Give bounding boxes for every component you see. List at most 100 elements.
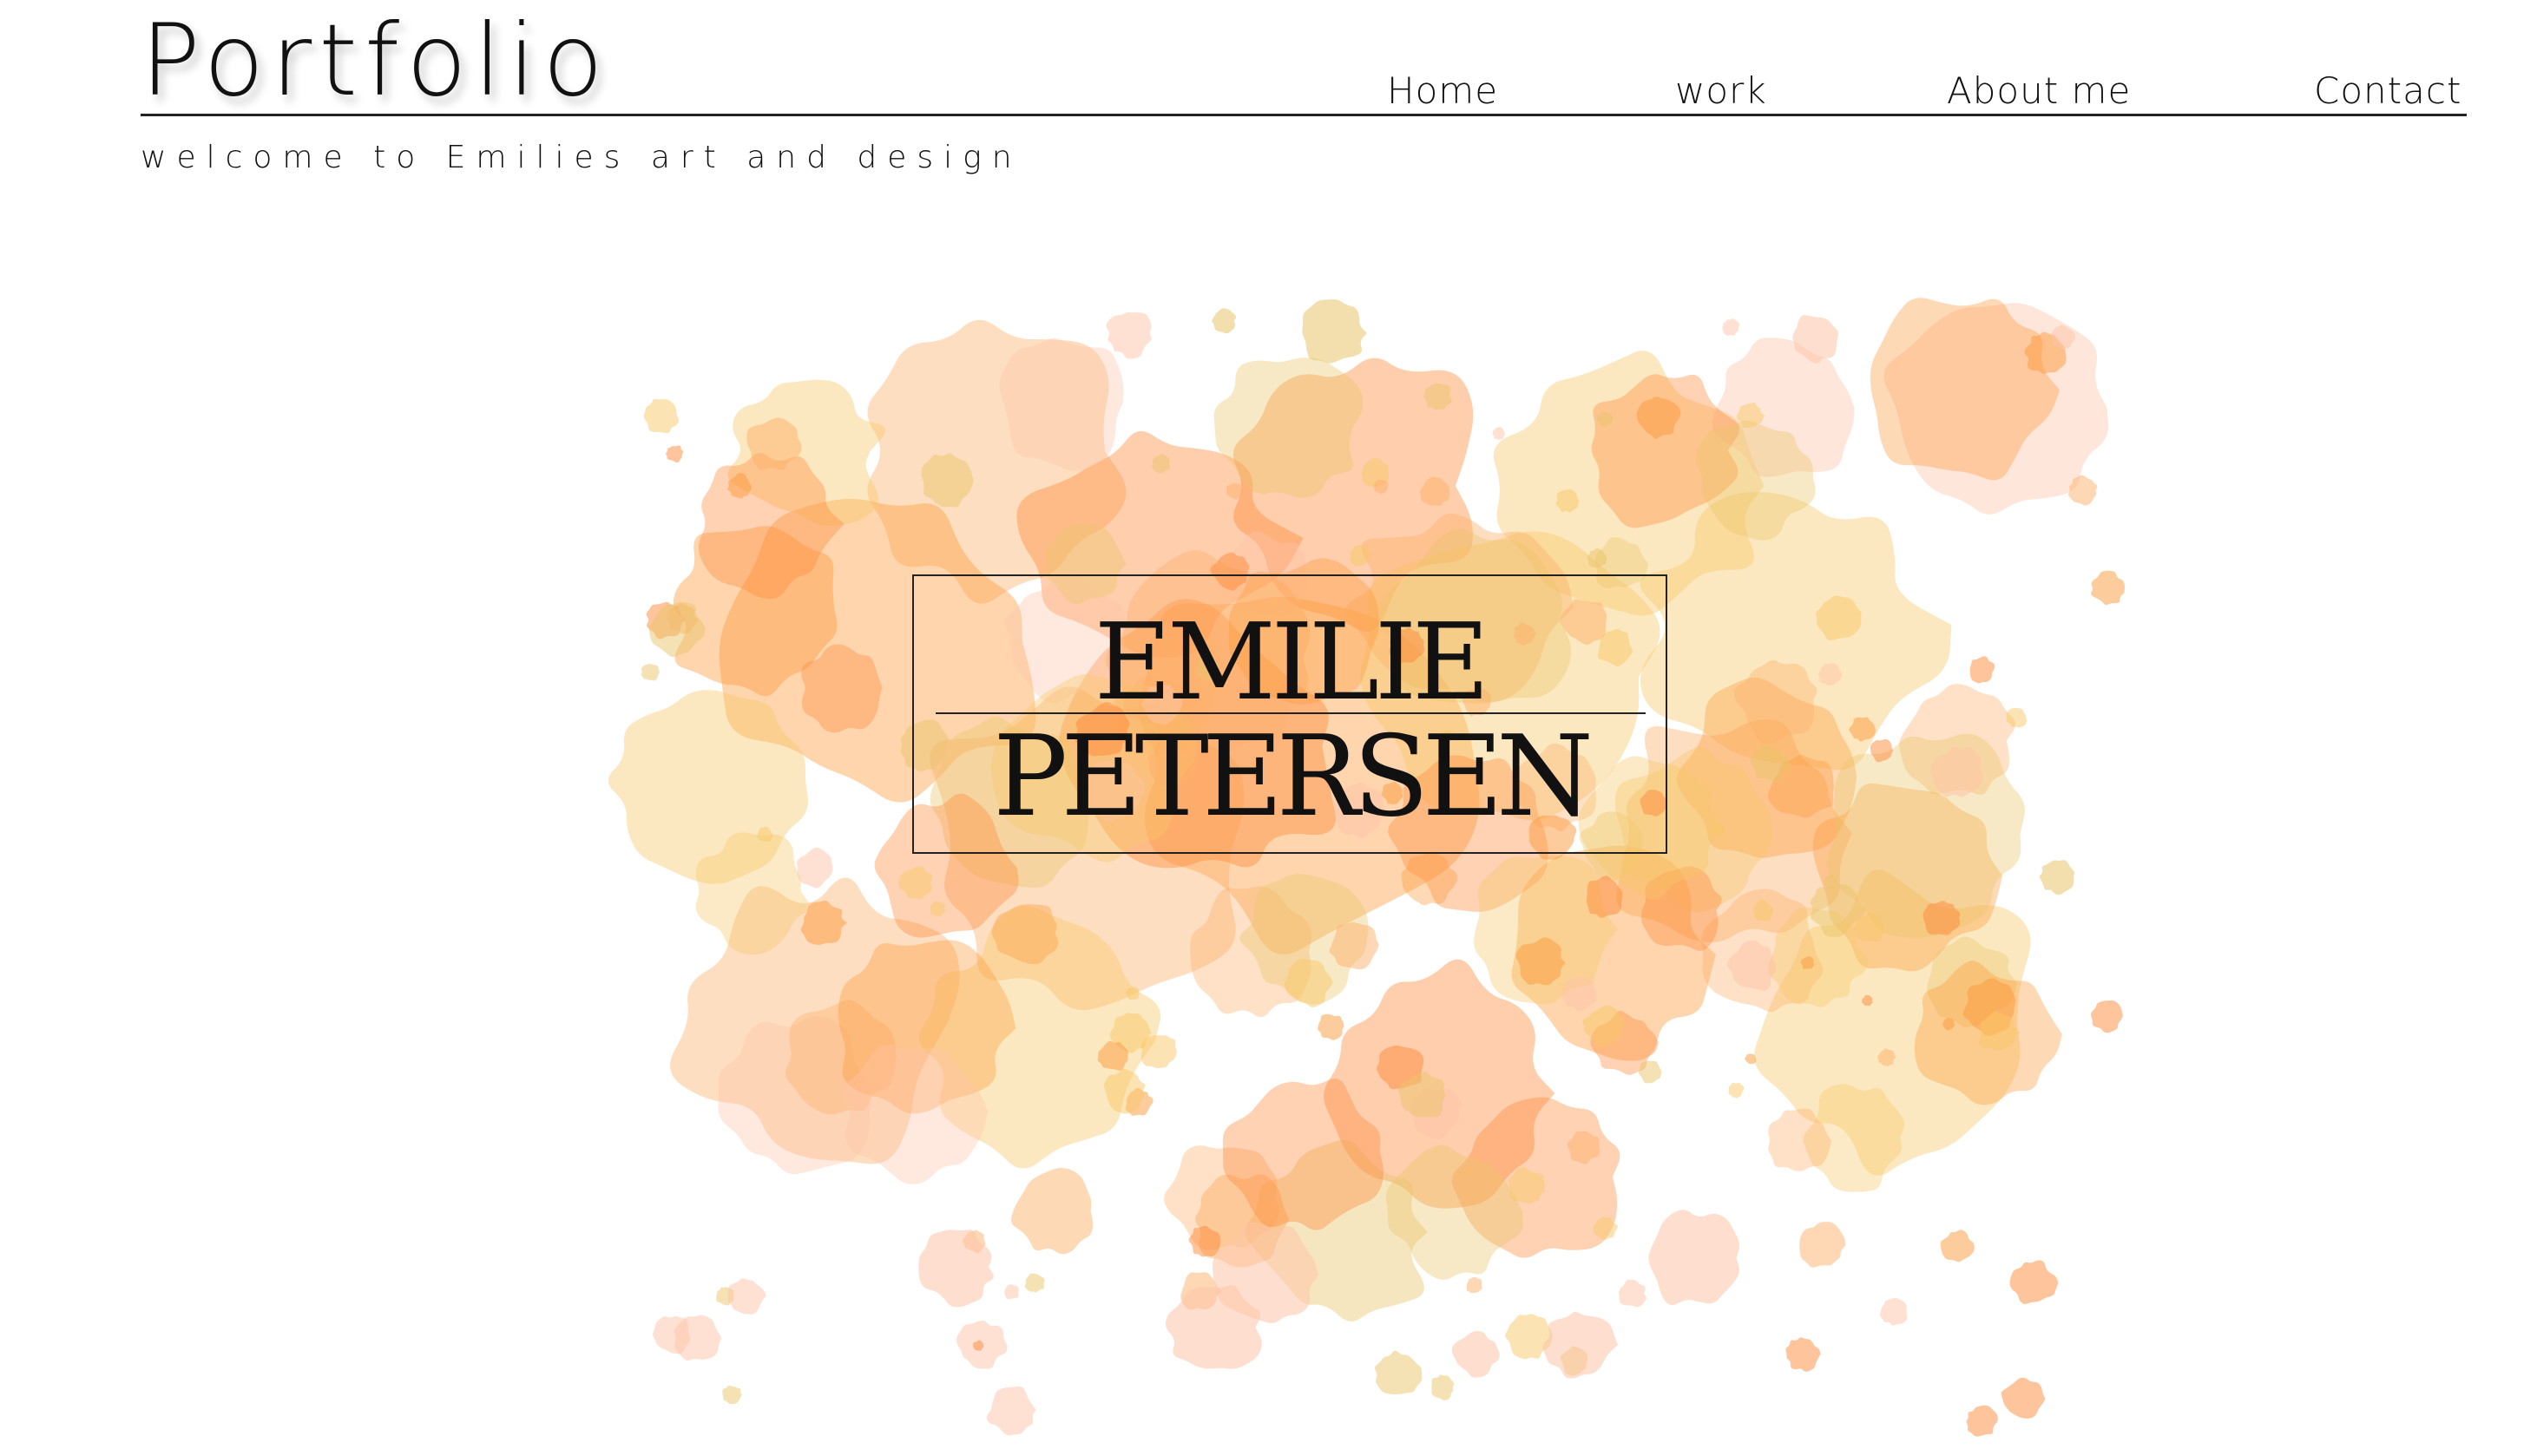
nav-contact-link[interactable]: Contact [2314,69,2461,113]
paint-splash [695,832,810,955]
paint-splash [801,644,883,733]
paint-splash [1302,298,1367,364]
paint-splash [674,1315,722,1361]
paint-splash [898,866,933,900]
paint-splash [666,445,684,462]
paint-splash [1648,1210,1739,1305]
paint-splash [1284,959,1333,1008]
paint-splash [930,901,946,917]
paint-splash [1104,1068,1146,1114]
paint-splash [1883,303,2109,515]
paint-splash [986,1386,1036,1436]
paint-splash [1466,1276,1482,1294]
paint-splash [1640,866,1722,951]
paint-splash [1010,1167,1094,1255]
paint-splash [648,601,706,658]
paint-splash [667,603,698,634]
paint-splash [1515,937,1566,986]
paint-splash [1927,936,2017,1027]
paint-splash [1597,410,1614,427]
paint-splash [608,690,809,884]
paint-splash [653,1315,691,1354]
paint-splash [1914,961,2062,1105]
paint-splash [2091,570,2125,606]
paint-splash [1722,318,1740,336]
paint-splash [646,601,686,639]
paint-splash [1849,717,1876,742]
paint-splash [1567,1131,1600,1164]
paint-splash [1451,1330,1500,1378]
paint-splash [1753,899,1774,921]
paint-splash [1733,659,1817,744]
paint-splash [918,1230,994,1308]
paint-splash [1922,901,1961,935]
paint-splash [1826,733,2025,938]
paint-splash [670,877,960,1164]
paint-splash [1940,1230,1975,1263]
paint-splash [2067,475,2098,506]
paint-splash [1590,1010,1659,1075]
paint-splash [785,1000,897,1115]
paint-splash [1751,744,1791,783]
paint-splash [962,1230,986,1254]
paint-splash [1555,489,1580,513]
paint-splash [2001,1377,2046,1419]
paint-splash [1109,1013,1152,1053]
paint-splash [1792,315,1839,364]
paint-splash [1638,1060,1662,1084]
paint-splash [757,826,773,843]
paint-splash [1870,298,2060,481]
paint-splash [1962,978,2016,1036]
nav-about-link[interactable]: About me [1947,69,2131,113]
paint-splash [1701,889,1824,1013]
paint-splash [2006,707,2028,728]
paint-splash [1125,1087,1153,1117]
paint-splash [1587,876,1623,918]
paint-splash [1004,1284,1019,1300]
paint-splash [1899,684,2016,795]
paint-splash [1823,875,1837,889]
paint-splash [1587,548,1607,568]
paint-splash [1324,959,1555,1209]
header-divider [141,114,2467,116]
paint-splash [643,398,680,434]
paint-splash [1966,1405,1998,1437]
paint-splash [1879,1297,1908,1326]
paint-splash [722,1385,742,1405]
paint-splash [2039,860,2074,895]
paint-splash [2051,325,2075,350]
paint-splash [727,379,886,527]
paint-splash [1582,1005,1625,1047]
paint-splash [1508,1166,1546,1204]
paint-splash [1800,955,1815,969]
paint-splash [1222,1079,1384,1230]
paint-splash [2024,331,2067,374]
paint-splash [1474,856,1618,1005]
name-last-line: PETERSEN [993,712,1594,842]
paint-splash [1024,1273,1045,1293]
paint-splash [1676,677,1857,858]
paint-splash [1511,845,1716,1061]
nav-work-link[interactable]: work [1675,69,1767,113]
paint-splash [1560,1346,1588,1376]
paint-splash [1542,1311,1619,1379]
paint-splash [1097,1040,1129,1071]
paint-splash [1423,384,1452,410]
paint-splash [796,847,833,889]
paint-splash [1318,1013,1344,1040]
paint-splash [1812,783,2002,972]
paint-splash [1877,1048,1896,1066]
paint-splash [641,664,660,681]
paint-splash [1398,1072,1446,1118]
paint-splash [972,1340,984,1351]
paint-splash [673,526,838,697]
paint-splash [718,1016,871,1175]
paint-splash [1226,482,1244,500]
hero-name-logo: EMILIE PETERSEN [912,574,1667,854]
paint-splash [727,472,752,499]
nav-home-link[interactable]: Home [1387,69,1498,113]
paint-splash [1942,1017,1955,1031]
paint-splash [1810,884,1866,937]
paint-splash [1419,476,1450,507]
paint-splash [1768,755,1834,818]
